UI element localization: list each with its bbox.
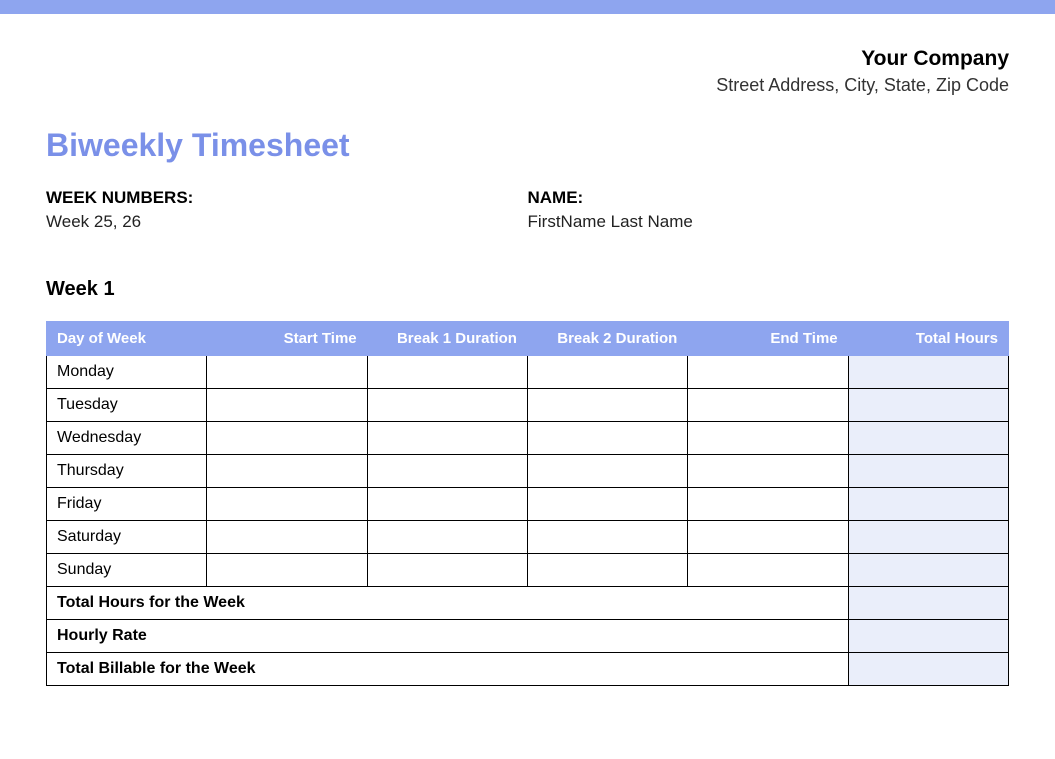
summary-total-hours-value — [848, 586, 1008, 619]
cell-break2 — [527, 553, 687, 586]
cell-break2 — [527, 421, 687, 454]
cell-total — [848, 388, 1008, 421]
timesheet-table: Day of Week Start Time Break 1 Duration … — [46, 321, 1009, 686]
header-start: Start Time — [207, 321, 367, 355]
summary-total-hours-label: Total Hours for the Week — [47, 586, 849, 619]
cell-end — [688, 520, 848, 553]
cell-start — [207, 520, 367, 553]
top-accent-bar — [0, 0, 1055, 14]
page-title: Biweekly Timesheet — [46, 127, 1009, 164]
table-row: Sunday — [47, 553, 1009, 586]
cell-break2 — [527, 454, 687, 487]
summary-billable-label: Total Billable for the Week — [47, 652, 849, 685]
cell-start — [207, 388, 367, 421]
cell-break2 — [527, 487, 687, 520]
meta-name: NAME: FirstName Last Name — [528, 188, 1010, 232]
summary-hourly-rate-value — [848, 619, 1008, 652]
company-address: Street Address, City, State, Zip Code — [46, 73, 1009, 98]
summary-hourly-rate-label: Hourly Rate — [47, 619, 849, 652]
cell-break1 — [367, 454, 527, 487]
cell-total — [848, 520, 1008, 553]
week-heading: Week 1 — [46, 278, 1009, 301]
cell-break1 — [367, 388, 527, 421]
table-row: Thursday — [47, 454, 1009, 487]
cell-total — [848, 454, 1008, 487]
cell-start — [207, 355, 367, 388]
cell-day: Thursday — [47, 454, 207, 487]
header-break2: Break 2 Duration — [527, 321, 687, 355]
table-row: Wednesday — [47, 421, 1009, 454]
cell-total — [848, 487, 1008, 520]
cell-start — [207, 553, 367, 586]
cell-day: Saturday — [47, 520, 207, 553]
cell-day: Friday — [47, 487, 207, 520]
summary-billable-row: Total Billable for the Week — [47, 652, 1009, 685]
cell-total — [848, 355, 1008, 388]
summary-hourly-rate-row: Hourly Rate — [47, 619, 1009, 652]
cell-end — [688, 553, 848, 586]
cell-total — [848, 553, 1008, 586]
table-row: Tuesday — [47, 388, 1009, 421]
cell-start — [207, 421, 367, 454]
name-value: FirstName Last Name — [528, 212, 1010, 232]
table-row: Monday — [47, 355, 1009, 388]
cell-start — [207, 487, 367, 520]
summary-total-hours-row: Total Hours for the Week — [47, 586, 1009, 619]
header-day: Day of Week — [47, 321, 207, 355]
cell-start — [207, 454, 367, 487]
cell-day: Tuesday — [47, 388, 207, 421]
cell-break1 — [367, 553, 527, 586]
meta-row: WEEK NUMBERS: Week 25, 26 NAME: FirstNam… — [46, 188, 1009, 232]
company-name: Your Company — [46, 44, 1009, 73]
cell-break1 — [367, 421, 527, 454]
cell-end — [688, 487, 848, 520]
table-row: Friday — [47, 487, 1009, 520]
header-end: End Time — [688, 321, 848, 355]
cell-break1 — [367, 520, 527, 553]
cell-end — [688, 355, 848, 388]
week-numbers-label: WEEK NUMBERS: — [46, 188, 528, 208]
week-numbers-value: Week 25, 26 — [46, 212, 528, 232]
name-label: NAME: — [528, 188, 1010, 208]
summary-billable-value — [848, 652, 1008, 685]
cell-break2 — [527, 520, 687, 553]
cell-break2 — [527, 388, 687, 421]
cell-end — [688, 421, 848, 454]
cell-total — [848, 421, 1008, 454]
document-content: Your Company Street Address, City, State… — [0, 14, 1055, 726]
cell-break1 — [367, 355, 527, 388]
cell-break1 — [367, 487, 527, 520]
cell-day: Sunday — [47, 553, 207, 586]
company-block: Your Company Street Address, City, State… — [46, 44, 1009, 99]
header-total: Total Hours — [848, 321, 1008, 355]
cell-day: Monday — [47, 355, 207, 388]
cell-end — [688, 388, 848, 421]
cell-break2 — [527, 355, 687, 388]
cell-day: Wednesday — [47, 421, 207, 454]
table-header-row: Day of Week Start Time Break 1 Duration … — [47, 321, 1009, 355]
meta-week-numbers: WEEK NUMBERS: Week 25, 26 — [46, 188, 528, 232]
header-break1: Break 1 Duration — [367, 321, 527, 355]
table-row: Saturday — [47, 520, 1009, 553]
cell-end — [688, 454, 848, 487]
